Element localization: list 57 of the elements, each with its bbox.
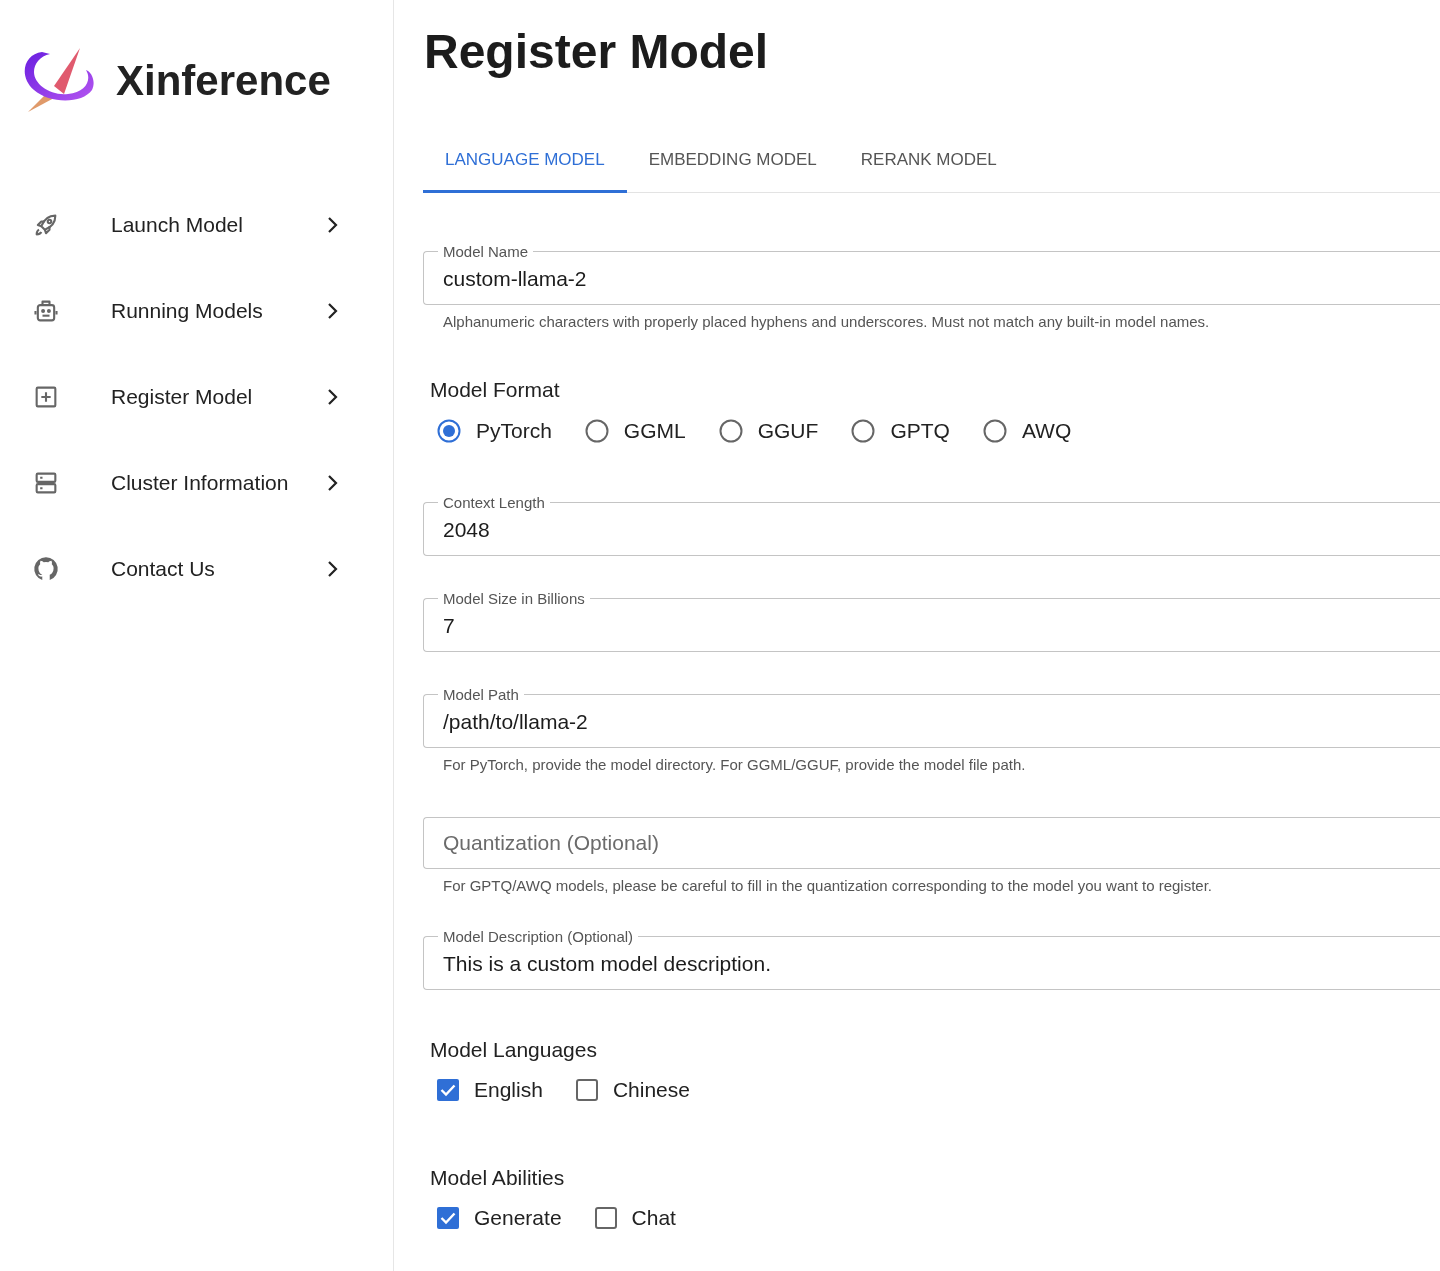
helper-text: For PyTorch, provide the model directory. For GGML/GGUF, provide the model file path. xyxy=(443,756,1027,773)
chevron-icon xyxy=(326,302,338,320)
field-value[interactable]: custom-llama-2 xyxy=(443,267,1421,291)
checkbox[interactable] xyxy=(436,1078,460,1102)
group-label: Model Abilities xyxy=(430,1166,566,1190)
field-value[interactable]: 2048 xyxy=(443,518,1421,542)
chevron-icon xyxy=(326,216,338,234)
nav-item[interactable]: Contact Us xyxy=(0,526,393,612)
group-label: Model Format xyxy=(430,378,561,402)
radio-button[interactable] xyxy=(981,418,1008,444)
option-label: Generate xyxy=(474,1206,562,1230)
field-label: Context Length xyxy=(442,494,546,511)
helper-text: Alphanumeric characters with properly placed hyphens and underscores. Must not match any built-in model names. xyxy=(443,313,1211,330)
radio-button[interactable] xyxy=(850,418,877,444)
chevron-icon xyxy=(326,474,338,492)
text-field[interactable]: Model Name custom-llama-2 xyxy=(423,243,1440,305)
checkbox[interactable] xyxy=(436,1206,460,1230)
group-label: Model Languages xyxy=(430,1038,598,1062)
brand-name: Xinference xyxy=(116,57,331,105)
option-label: AWQ xyxy=(1021,419,1072,443)
radio-button[interactable] xyxy=(583,418,610,444)
radio-button[interactable] xyxy=(436,418,462,444)
text-field[interactable]: Model Size in Billions 7 xyxy=(423,590,1440,652)
field-value[interactable]: /path/to/llama-2 xyxy=(443,710,1421,734)
radio-button[interactable] xyxy=(717,418,744,444)
text-field[interactable]: Model Path /path/to/llama-2 xyxy=(423,686,1440,748)
text-field[interactable]: Quantization (Optional) xyxy=(423,817,1440,869)
helper-text: For GPTQ/AWQ models, please be careful to fill in the quantization corresponding to the model you want to register. xyxy=(443,877,1213,894)
option-label: Chinese xyxy=(612,1078,690,1102)
field-label: Model Size in Billions xyxy=(442,590,586,607)
field-value[interactable]: This is a custom model description. xyxy=(443,952,1421,976)
tab[interactable]: LANGUAGE MODEL xyxy=(423,140,627,193)
page-title: Register Model xyxy=(424,24,770,80)
checkbox[interactable] xyxy=(574,1078,599,1102)
option-label: Chat xyxy=(631,1206,676,1230)
option-label: GGML xyxy=(623,419,686,443)
nav-item[interactable]: Cluster Information xyxy=(0,440,393,526)
text-field[interactable]: Model Description (Optional) This is a custom model description. xyxy=(423,928,1440,990)
field-label: Model Description (Optional) xyxy=(442,928,635,945)
text-field[interactable]: Context Length 2048 xyxy=(423,494,1440,556)
chevron-icon xyxy=(326,388,338,406)
nav-item[interactable]: Running Models xyxy=(0,268,393,354)
nav-item[interactable]: Launch Model xyxy=(0,182,393,268)
option-label: GGUF xyxy=(757,419,819,443)
github-icon xyxy=(32,555,60,583)
option-label: English xyxy=(474,1078,543,1102)
chevron-icon xyxy=(326,560,338,578)
checkbox[interactable] xyxy=(593,1206,618,1230)
option-label: PyTorch xyxy=(476,419,552,443)
field-label: Model Name xyxy=(442,243,530,260)
tab[interactable]: EMBEDDING MODEL xyxy=(626,140,839,193)
field-value[interactable]: 7 xyxy=(443,614,1421,638)
nav-item[interactable]: Register Model xyxy=(0,354,393,440)
field-value[interactable]: Quantization (Optional) xyxy=(443,831,1421,855)
field-label: Model Path xyxy=(442,686,520,703)
option-label: GPTQ xyxy=(890,419,950,443)
tab[interactable]: RERANK MODEL xyxy=(838,140,1019,193)
